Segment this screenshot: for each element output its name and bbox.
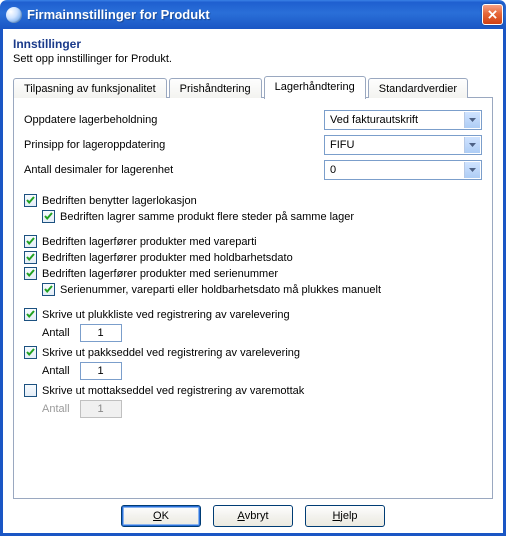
label-lagerlokasjon: Bedriften benytter lagerlokasjon [42,195,197,207]
label-plukkliste: Skrive ut plukkliste ved registrering av… [42,309,290,321]
page-title: Innstillinger [13,37,493,51]
checkbox-vareparti[interactable] [24,235,37,248]
button-bar: OK Avbryt Hjelp [13,499,493,527]
select-desimaler[interactable]: 0 [324,160,482,180]
label-desimaler: Antall desimaler for lagerenhet [24,164,324,176]
label-antall-3: Antall [42,403,70,415]
close-button[interactable] [482,4,503,25]
select-oppdatere-value: Ved fakturautskrift [330,114,418,126]
select-prinsipp[interactable]: FIFU [324,135,482,155]
select-oppdatere[interactable]: Ved fakturautskrift [324,110,482,130]
input-antall-pakkseddel[interactable] [80,362,122,380]
hjelp-button[interactable]: Hjelp [305,505,385,527]
checkbox-pakkseddel[interactable] [24,346,37,359]
label-pakkseddel: Skrive ut pakkseddel ved registrering av… [42,347,300,359]
ok-button[interactable]: OK [121,505,201,527]
checkbox-lagerlokasjon[interactable] [24,194,37,207]
chevron-down-icon [464,137,480,153]
label-holdbarhetsdato: Bedriften lagerfører produkter med holdb… [42,252,293,264]
input-antall-plukkliste[interactable] [80,324,122,342]
label-plukkes-manuelt: Serienummer, vareparti eller holdbarhets… [60,284,381,296]
checkbox-plukkliste[interactable] [24,308,37,321]
avbryt-button[interactable]: Avbryt [213,505,293,527]
tab-strip: Tilpasning av funksjonalitet Prishåndter… [13,75,493,98]
label-oppdatere: Oppdatere lagerbeholdning [24,114,324,126]
label-prinsipp: Prinsipp for lageroppdatering [24,139,324,151]
chevron-down-icon [464,162,480,178]
page-subtitle: Sett opp innstillinger for Produkt. [13,53,493,65]
window-body: Innstillinger Sett opp innstillinger for… [0,29,506,536]
label-mottakseddel: Skrive ut mottakseddel ved registrering … [42,385,304,397]
close-icon [488,10,497,19]
checkbox-mottakseddel[interactable] [24,384,37,397]
tab-tilpasning[interactable]: Tilpasning av funksjonalitet [13,78,167,98]
select-prinsipp-value: FIFU [330,139,354,151]
label-antall-2: Antall [42,365,70,377]
tab-lagerhandtering[interactable]: Lagerhåndtering [264,76,366,99]
input-antall-mottakseddel [80,400,122,418]
label-vareparti: Bedriften lagerfører produkter med varep… [42,236,257,248]
label-antall-1: Antall [42,327,70,339]
checkbox-holdbarhetsdato[interactable] [24,251,37,264]
tab-standardverdier[interactable]: Standardverdier [368,78,468,98]
select-desimaler-value: 0 [330,164,336,176]
checkbox-samme-produkt[interactable] [42,210,55,223]
checkbox-serienummer[interactable] [24,267,37,280]
chevron-down-icon [464,112,480,128]
label-serienummer: Bedriften lagerfører produkter med serie… [42,268,278,280]
titlebar: Firmainnstillinger for Produkt [0,0,506,29]
label-samme-produkt: Bedriften lagrer samme produkt flere ste… [60,211,354,223]
app-icon [6,7,22,23]
window-title: Firmainnstillinger for Produkt [27,7,482,22]
checkbox-plukkes-manuelt[interactable] [42,283,55,296]
tab-prishandtering[interactable]: Prishåndtering [169,78,262,98]
tab-panel-lagerhandtering: Oppdatere lagerbeholdning Ved fakturauts… [13,97,493,499]
